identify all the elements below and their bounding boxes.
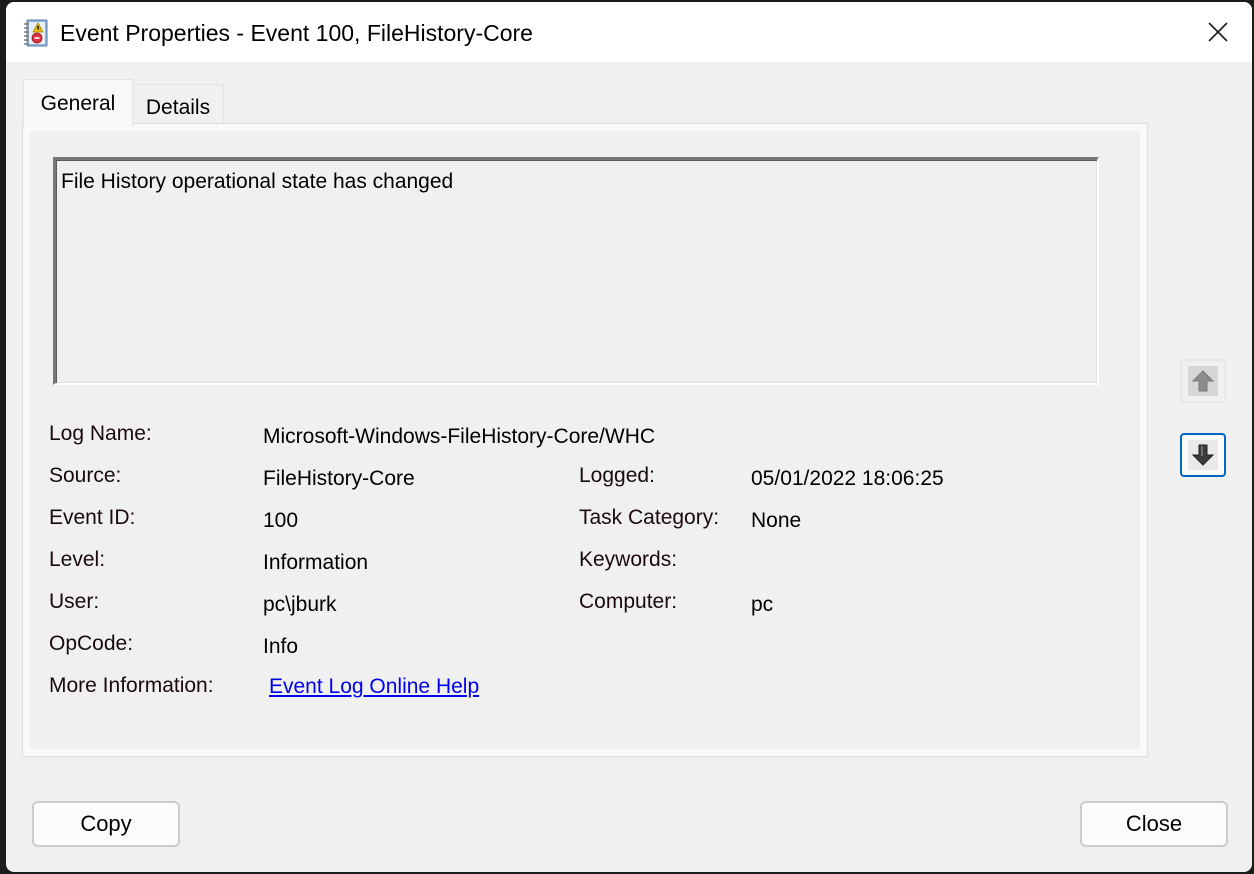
- event-id-label: Event ID:: [49, 506, 136, 529]
- logged-value: 05/01/2022 18:06:25: [751, 467, 944, 490]
- level-value: Information: [263, 551, 369, 574]
- computer-label: Computer:: [579, 590, 678, 613]
- log-name-value: Microsoft-Windows-FileHistory-Core/WHC: [263, 425, 656, 448]
- arrow-down-icon: [1191, 444, 1215, 466]
- logged-label: Logged:: [579, 464, 655, 487]
- keywords-label: Keywords:: [579, 548, 678, 571]
- previous-event-button[interactable]: [1180, 359, 1226, 403]
- window-title: Event Properties - Event 100, FileHistor…: [60, 20, 533, 46]
- task-category-label: Task Category:: [579, 506, 720, 529]
- source-value: FileHistory-Core: [263, 467, 415, 490]
- next-event-button[interactable]: [1180, 433, 1226, 477]
- arrow-up-icon: [1191, 370, 1215, 392]
- user-label: User:: [49, 590, 100, 613]
- user-value: pc\jburk: [263, 593, 337, 616]
- opcode-value: Info: [263, 635, 299, 658]
- event-properties-dialog: Event Properties - Event 100, FileHistor…: [6, 2, 1252, 872]
- title-bar: Event Properties - Event 100, FileHistor…: [6, 2, 1252, 62]
- close-button[interactable]: Close: [1080, 801, 1228, 847]
- tab-details[interactable]: Details: [133, 84, 224, 126]
- event-id-value: 100: [263, 509, 299, 532]
- source-label: Source:: [49, 464, 122, 487]
- opcode-label: OpCode:: [49, 632, 134, 655]
- event-description-text: File History operational state has chang…: [61, 170, 454, 193]
- log-name-label: Log Name:: [49, 422, 152, 445]
- event-log-online-help-link[interactable]: Event Log Online Help: [269, 674, 479, 700]
- more-information-label: More Information:: [49, 674, 214, 697]
- close-icon[interactable]: [1196, 14, 1240, 50]
- tab-general[interactable]: General: [23, 79, 133, 127]
- computer-value: pc: [751, 593, 774, 616]
- copy-button[interactable]: Copy: [32, 801, 180, 847]
- event-viewer-icon: [23, 19, 49, 47]
- level-label: Level:: [49, 548, 106, 571]
- task-category-value: None: [751, 509, 802, 532]
- general-tab-panel: File History operational state has chang…: [22, 123, 1148, 757]
- event-description-box[interactable]: File History operational state has chang…: [53, 157, 1099, 385]
